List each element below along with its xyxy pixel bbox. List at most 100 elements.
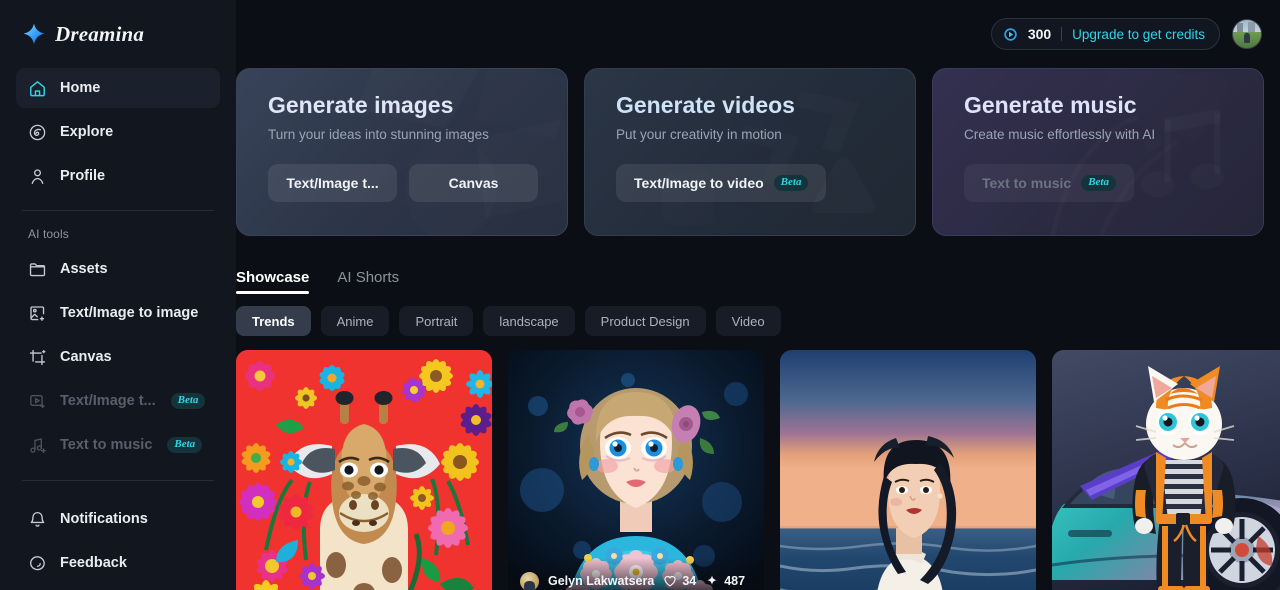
tab-showcase[interactable]: Showcase [236, 269, 310, 294]
sidebar-item-label: Text/Image to image [60, 305, 199, 321]
card-title: Generate videos [616, 92, 795, 118]
like-count[interactable]: 34 [663, 574, 696, 588]
card-subtitle: Create music effortlessly with AI [964, 127, 1156, 143]
button-text-image-to-video[interactable]: Text/Image to video Beta [616, 164, 827, 203]
card-title: Generate images [268, 92, 454, 118]
hero-card-generate-images[interactable]: Generate images Turn your ideas into stu… [236, 68, 568, 236]
chip-trends[interactable]: Trends [236, 306, 311, 336]
person-icon [31, 168, 44, 184]
author-avatar[interactable] [520, 571, 539, 590]
button-label: Text/Image t... [286, 175, 379, 192]
card-buttons: Text/Image to video Beta [616, 164, 915, 203]
credits-amount: 300 [1027, 26, 1052, 42]
artwork-giraffe-with-flowers [236, 350, 492, 590]
canvas-frame-icon [29, 349, 46, 365]
upgrade-link[interactable]: Upgrade to get credits [1072, 27, 1205, 42]
hero-card-generate-music[interactable]: Generate music Create music effortlessly… [932, 68, 1264, 236]
sidebar-item-label: Canvas [60, 349, 112, 365]
filter-chips: Trends Anime Portrait landscape Product … [236, 306, 1280, 336]
sidebar-item-assets[interactable]: Assets [16, 249, 220, 289]
card-subtitle: Put your creativity in motion [616, 127, 782, 143]
sidebar: Dreamina Home Explore Profile AI tools A… [0, 0, 236, 590]
star-logo-icon [23, 23, 45, 45]
brand[interactable]: Dreamina [16, 0, 220, 68]
heart-icon [664, 575, 676, 587]
tile-overlay: Gelyn Lakwatsera 34 487 [508, 558, 764, 590]
card-subtitle: Turn your ideas into stunning images [268, 127, 489, 143]
sidebar-item-notifications[interactable]: Notifications [16, 499, 220, 539]
sidebar-item-label: Home [60, 80, 101, 96]
avatar-person [1244, 33, 1250, 43]
sidebar-item-label: Notifications [60, 511, 148, 527]
sidebar-item-feedback[interactable]: Feedback [16, 543, 220, 583]
sidebar-divider-bottom [22, 480, 214, 481]
sidebar-item-profile[interactable]: Profile [16, 156, 220, 196]
gallery-tile[interactable] [236, 350, 492, 590]
chip-landscape[interactable]: landscape [483, 306, 575, 336]
home-icon [30, 80, 45, 96]
sidebar-item-label: Text/Image t... [60, 393, 156, 409]
avatar-building [1247, 21, 1255, 33]
button-text-image-to-image[interactable]: Text/Image t... [268, 164, 397, 203]
tab-ai-shorts[interactable]: AI Shorts [337, 269, 399, 294]
credits-divider [1061, 27, 1063, 41]
showcase-gallery: Gelyn Lakwatsera 34 487 [236, 350, 1280, 590]
showcase-tabs: Showcase AI Shorts [236, 254, 1280, 294]
showcase-section: Showcase AI Shorts Trends Anime Portrait… [236, 254, 1280, 590]
author-name: Gelyn Lakwatsera [548, 574, 655, 588]
artwork-woman-at-beach-sunset [780, 350, 1036, 590]
gallery-tile[interactable]: Gelyn Lakwatsera 34 487 [508, 350, 764, 590]
sidebar-section-title: AI tools [28, 227, 69, 241]
like-count-value: 34 [682, 574, 697, 588]
sidebar-item-canvas[interactable]: Canvas [16, 337, 220, 377]
beta-badge: Beta [170, 393, 206, 409]
sidebar-item-home[interactable]: Home [16, 68, 220, 108]
music-plus-icon [30, 437, 46, 453]
beta-badge: Beta [1081, 175, 1116, 192]
card-title: Generate music [964, 92, 1137, 118]
artwork-doll-woman-with-flowers [508, 350, 764, 590]
credits-pill[interactable]: 300 Upgrade to get credits [990, 18, 1220, 50]
hero-card-generate-videos[interactable]: Generate videos Put your creativity in m… [584, 68, 916, 236]
video-plus-icon [30, 394, 45, 408]
sidebar-item-label: Profile [60, 168, 106, 184]
brand-name: Dreamina [55, 21, 145, 46]
sidebar-item-explore[interactable]: Explore [16, 112, 220, 152]
image-plus-icon [30, 305, 45, 321]
button-label: Canvas [448, 175, 499, 192]
button-label: Text to music [982, 175, 1072, 192]
coin-icon [1004, 27, 1017, 41]
avatar[interactable] [1232, 19, 1262, 49]
chip-video[interactable]: Video [715, 306, 781, 336]
sidebar-item-label: Text to music [60, 437, 153, 453]
sparkle-icon [707, 575, 717, 585]
sidebar-bottom-group: Notifications Feedback [16, 480, 220, 587]
bell-icon [30, 511, 45, 527]
button-text-to-music[interactable]: Text to music Beta [964, 164, 1134, 203]
gallery-tile[interactable] [780, 350, 1036, 590]
beta-badge: Beta [167, 437, 203, 453]
sidebar-item-text-to-music[interactable]: Text to music Beta [16, 425, 220, 465]
chip-anime[interactable]: Anime [320, 306, 390, 336]
card-buttons: Text to music Beta [964, 164, 1263, 203]
hero-cards: Generate images Turn your ideas into stu… [236, 68, 1280, 236]
button-canvas[interactable]: Canvas [409, 164, 538, 203]
sidebar-item-label: Assets [60, 261, 108, 277]
sidebar-item-text-image-to-image[interactable]: Text/Image to image [16, 293, 220, 333]
topbar: 300 Upgrade to get credits [236, 0, 1280, 68]
sidebar-item-label: Feedback [60, 555, 127, 571]
sidebar-item-label: Explore [60, 124, 114, 140]
compass-icon [29, 124, 46, 140]
chip-product-design[interactable]: Product Design [584, 306, 706, 336]
chip-portrait[interactable]: Portrait [399, 306, 474, 336]
beta-badge: Beta [773, 175, 809, 192]
gallery-tile[interactable] [1052, 350, 1280, 590]
card-buttons: Text/Image t... Canvas [268, 164, 567, 203]
main-content: 300 Upgrade to get credits Generate imag… [236, 0, 1280, 590]
app-root: Dreamina Home Explore Profile AI tools A… [0, 0, 1280, 590]
chat-icon [30, 555, 45, 570]
sidebar-item-text-image-to-video[interactable]: Text/Image t... Beta [16, 381, 220, 421]
generation-count-value: 487 [724, 574, 746, 588]
button-label: Text/Image to video [634, 175, 764, 192]
generation-count[interactable]: 487 [705, 574, 745, 588]
